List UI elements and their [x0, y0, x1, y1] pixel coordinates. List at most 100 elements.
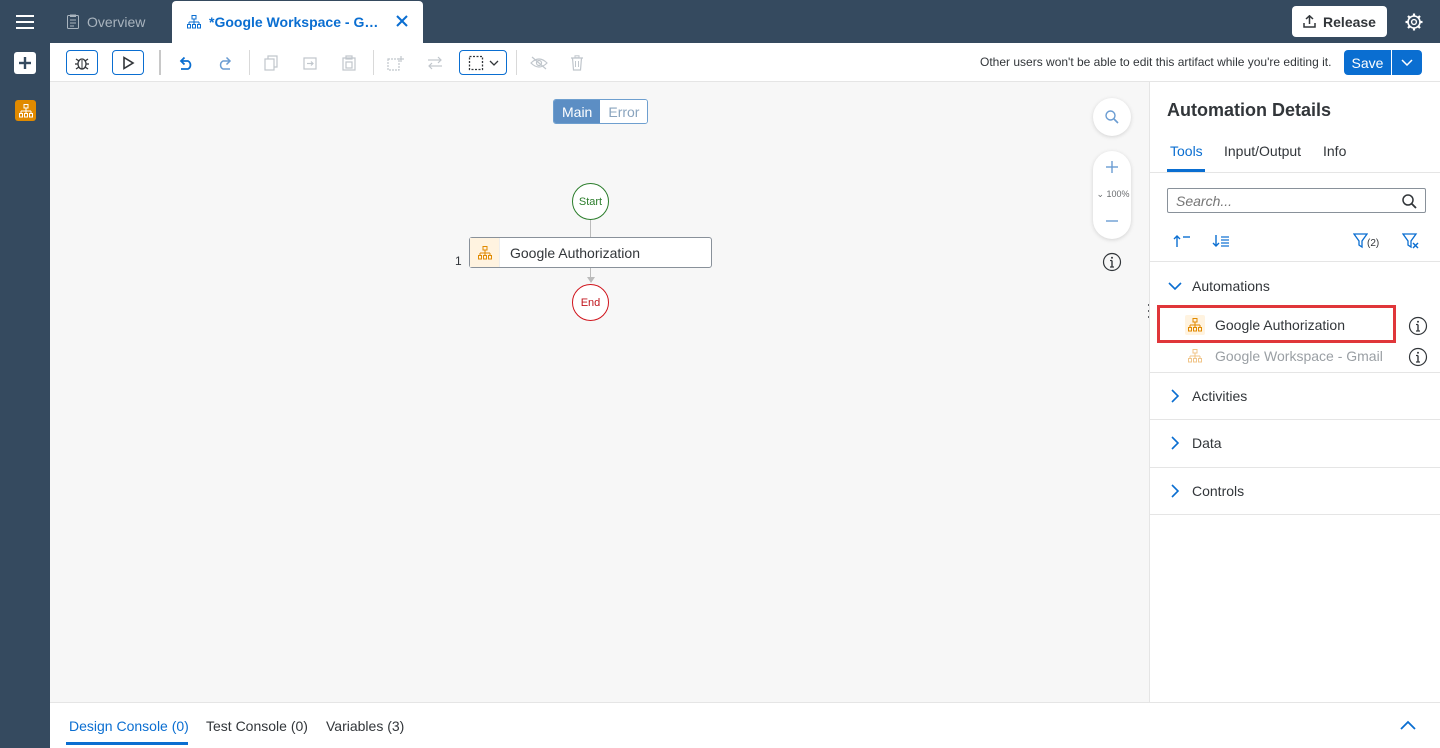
duplicate-icon[interactable]: [300, 50, 320, 75]
filter-icon: [1353, 233, 1368, 249]
filter-button[interactable]: (2): [1353, 233, 1379, 249]
divider: [1150, 261, 1440, 262]
divider: [1150, 514, 1440, 515]
clear-filter-icon[interactable]: [1402, 233, 1420, 249]
release-button[interactable]: Release: [1292, 6, 1387, 37]
zoom-control: ⌄ 100%: [1093, 151, 1131, 239]
automation-step-label: Google Authorization: [510, 244, 640, 261]
console-bar: Design Console (0) Test Console (0) Vari…: [50, 702, 1440, 748]
zoom-in-icon[interactable]: [1104, 159, 1120, 175]
start-node[interactable]: Start: [572, 183, 609, 220]
info-icon[interactable]: [1102, 252, 1122, 272]
chevron-down-icon: [1401, 59, 1413, 66]
automation-step[interactable]: Google Authorization: [469, 237, 712, 268]
sort-descending-icon[interactable]: [1212, 234, 1230, 248]
section-data[interactable]: Data: [1150, 420, 1440, 466]
chevron-right-icon: [1168, 484, 1182, 498]
section-data-label: Data: [1192, 435, 1222, 451]
shell-header: Overview *Google Workspace - Gm... Relea…: [0, 0, 1440, 43]
chevron-down-icon: [489, 60, 499, 66]
info-icon[interactable]: [1408, 316, 1428, 336]
section-activities[interactable]: Activities: [1150, 373, 1440, 419]
search-input[interactable]: [1176, 192, 1396, 209]
chevron-right-icon: [1168, 389, 1182, 403]
section-automations-label: Automations: [1192, 278, 1270, 294]
step-number: 1: [455, 254, 462, 268]
sort-ascending-icon[interactable]: [1173, 234, 1191, 248]
tabs-divider: [1150, 172, 1440, 173]
release-label: Release: [1323, 13, 1376, 30]
tab-test-console[interactable]: Test Console (0): [206, 718, 308, 734]
automation-icon: [187, 15, 201, 29]
section-controls[interactable]: Controls: [1150, 468, 1440, 514]
upload-icon: [1303, 15, 1316, 28]
run-button[interactable]: [112, 50, 144, 75]
zoom-out-icon[interactable]: [1104, 213, 1120, 229]
end-node[interactable]: End: [572, 284, 609, 321]
swap-icon[interactable]: [425, 50, 445, 75]
chevron-right-icon: [1168, 436, 1182, 450]
save-options-button[interactable]: [1392, 50, 1422, 75]
tools-search-field[interactable]: [1167, 188, 1426, 213]
search-icon[interactable]: [1402, 194, 1417, 209]
toolbar-separator: [516, 50, 517, 75]
save-button[interactable]: Save: [1344, 50, 1391, 75]
start-node-label: Start: [578, 195, 603, 208]
automation-item-google-workspace-gmail[interactable]: Google Workspace - Gmail: [1185, 342, 1425, 370]
clipboard-icon: [67, 14, 79, 29]
hamburger-menu-icon[interactable]: [0, 0, 50, 43]
add-step-icon[interactable]: [386, 50, 406, 75]
editor-toolbar: Other users won't be able to edit this a…: [50, 43, 1440, 82]
panel-title: Automation Details: [1167, 100, 1332, 120]
automation-icon[interactable]: [15, 100, 36, 121]
redo-icon[interactable]: [215, 50, 235, 75]
chevron-up-icon[interactable]: [1400, 720, 1416, 730]
gear-icon[interactable]: [1402, 10, 1426, 34]
flow-switcher: Main Error: [553, 99, 649, 124]
selection-mode-button[interactable]: [459, 50, 507, 75]
section-automations[interactable]: Automations: [1150, 263, 1440, 309]
flow-canvas[interactable]: Main Error Start 1 Google Authorization …: [50, 82, 1149, 702]
flow-error-button[interactable]: Error: [600, 100, 648, 123]
tab-variables[interactable]: Variables (3): [326, 718, 404, 734]
flow-main-button[interactable]: Main: [554, 100, 601, 123]
canvas-search-button[interactable]: [1093, 98, 1131, 136]
edit-lock-message: Other users won't be able to edit this a…: [980, 55, 1332, 69]
automation-icon: [470, 238, 500, 267]
paste-icon[interactable]: [339, 50, 359, 75]
toolbar-separator: [373, 50, 374, 75]
section-activities-label: Activities: [1192, 388, 1248, 404]
tab-input-output[interactable]: Input/Output: [1224, 143, 1301, 159]
selection-box-icon: [468, 55, 484, 71]
toolbar-separator: [159, 50, 161, 75]
tab-tools[interactable]: Tools: [1170, 143, 1203, 159]
flow-arrow: [587, 277, 595, 283]
tab-design-console[interactable]: Design Console (0): [69, 718, 189, 734]
left-rail: [0, 43, 50, 748]
active-tab-indicator: [66, 742, 188, 745]
tab-overview[interactable]: Overview: [55, 0, 169, 43]
automation-details-panel: Automation Details Tools Input/Output In…: [1149, 82, 1440, 702]
chevron-down-icon: [1168, 281, 1182, 291]
debug-button[interactable]: [66, 50, 98, 75]
automation-icon: [1185, 346, 1205, 366]
undo-icon[interactable]: [176, 50, 196, 75]
section-controls-label: Controls: [1192, 483, 1245, 499]
tab-google-workspace[interactable]: *Google Workspace - Gm...: [172, 1, 423, 43]
close-icon[interactable]: [395, 14, 409, 28]
tab-info[interactable]: Info: [1323, 143, 1346, 159]
play-icon: [121, 55, 135, 70]
highlight-box: [1157, 305, 1396, 343]
flow-connector: [590, 220, 591, 237]
hide-icon[interactable]: [528, 50, 550, 75]
automation-item-label: Google Workspace - Gmail: [1215, 348, 1383, 364]
delete-icon[interactable]: [567, 50, 587, 75]
copy-icon[interactable]: [261, 50, 281, 75]
info-icon[interactable]: [1408, 347, 1428, 367]
zoom-level-value: 100%: [1106, 189, 1130, 199]
zoom-level[interactable]: ⌄ 100%: [1095, 189, 1131, 200]
end-node-label: End: [580, 296, 601, 309]
filter-count: (2): [1367, 238, 1380, 249]
tab-overview-label: Overview: [87, 13, 146, 30]
add-icon[interactable]: [14, 52, 36, 74]
